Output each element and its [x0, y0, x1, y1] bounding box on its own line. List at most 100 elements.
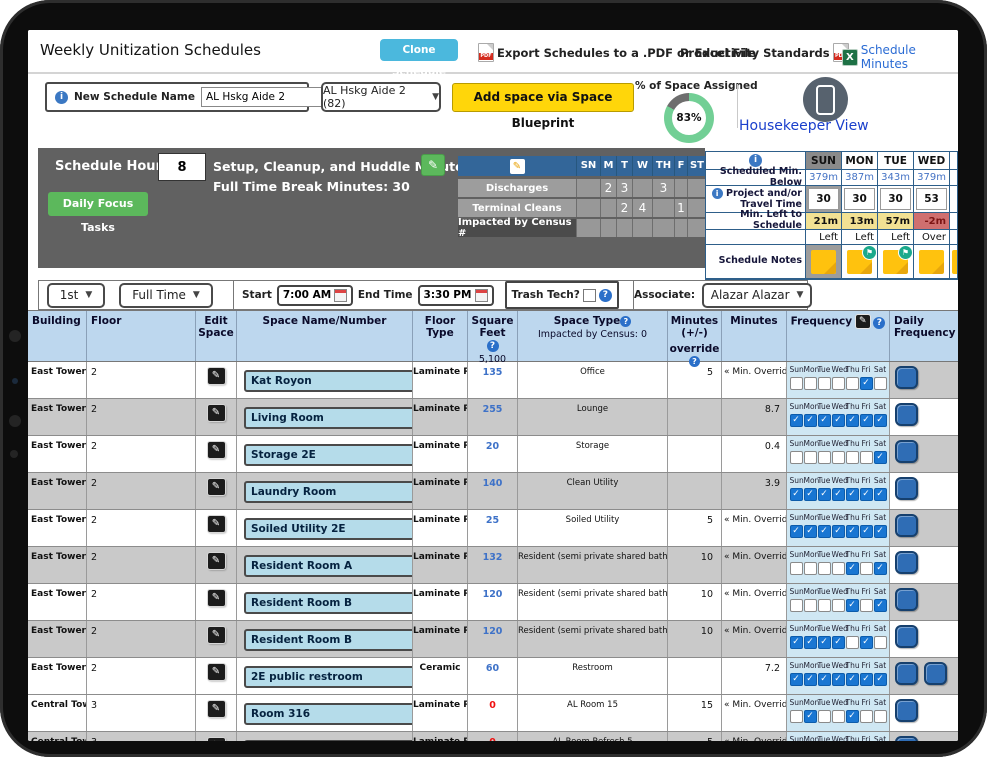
day-checkbox[interactable] [832, 414, 845, 427]
space-name-input[interactable]: Laundry Room [244, 481, 413, 503]
day-checkbox[interactable] [804, 525, 817, 538]
productivity-standards-link[interactable]: Productivity Standards [680, 43, 849, 62]
space-name-input[interactable]: Resident Room A [244, 555, 413, 577]
day-checkbox[interactable] [846, 377, 859, 390]
travel-time-input[interactable]: 30 [842, 186, 878, 213]
space-name-input[interactable]: Living Room [244, 407, 413, 429]
day-checkbox[interactable] [846, 710, 859, 723]
day-checkbox[interactable] [804, 673, 817, 686]
edit-space-icon[interactable]: ✎ [208, 664, 225, 680]
day-checkbox[interactable] [818, 488, 831, 501]
help-icon[interactable]: ? [873, 317, 885, 329]
info-icon[interactable]: i [712, 188, 723, 199]
day-checkbox[interactable] [874, 451, 887, 464]
day-checkbox[interactable] [860, 562, 873, 575]
edit-space-icon[interactable]: ✎ [208, 479, 225, 495]
day-checkbox[interactable] [846, 636, 859, 649]
help-icon[interactable]: ? [487, 340, 499, 352]
day-checkbox[interactable] [790, 488, 803, 501]
daily-frequency-button[interactable] [895, 699, 918, 722]
census-value-cell[interactable] [652, 199, 674, 217]
space-name-input[interactable]: Storage 2E [244, 444, 413, 466]
day-checkbox[interactable] [818, 414, 831, 427]
day-checkbox[interactable] [860, 599, 873, 612]
new-schedule-name-input[interactable] [201, 87, 337, 107]
day-checkbox[interactable] [832, 377, 845, 390]
day-checkbox[interactable] [790, 710, 803, 723]
day-checkbox[interactable] [846, 673, 859, 686]
census-value-cell[interactable] [687, 179, 706, 197]
day-checkbox[interactable] [790, 414, 803, 427]
space-name-input[interactable]: Room 316 Refresh [244, 740, 413, 741]
sticky-note-icon[interactable] [952, 250, 958, 274]
housekeeper-phone-icon[interactable] [803, 77, 848, 122]
day-checkbox[interactable] [832, 525, 845, 538]
day-checkbox[interactable] [832, 710, 845, 723]
census-value-cell[interactable] [674, 179, 687, 197]
day-checkbox[interactable] [818, 599, 831, 612]
end-time-input[interactable]: 3:30 PM [418, 285, 494, 306]
day-checkbox[interactable] [790, 525, 803, 538]
edit-icon[interactable]: ✎ [856, 315, 870, 328]
daily-frequency-button[interactable] [895, 366, 918, 389]
day-checkbox[interactable] [804, 599, 817, 612]
help-icon[interactable]: ? [599, 289, 612, 302]
day-checkbox[interactable] [874, 710, 887, 723]
edit-space-icon[interactable]: ✎ [208, 590, 225, 606]
calendar-icon[interactable] [475, 289, 488, 302]
day-checkbox[interactable] [860, 451, 873, 464]
schedule-hours-input[interactable] [158, 153, 206, 181]
census-value-cell[interactable] [576, 219, 600, 237]
day-checkbox[interactable] [860, 488, 873, 501]
day-checkbox[interactable] [804, 636, 817, 649]
census-value-cell[interactable] [576, 179, 600, 197]
daily-frequency-button[interactable] [895, 551, 918, 574]
day-checkbox[interactable] [818, 710, 831, 723]
sticky-note-icon[interactable] [919, 250, 944, 274]
day-checkbox[interactable] [832, 636, 845, 649]
day-checkbox[interactable] [846, 414, 859, 427]
edit-space-icon[interactable]: ✎ [208, 627, 225, 643]
census-value-cell[interactable]: 3 [616, 179, 632, 197]
space-name-input[interactable]: Room 316 [244, 703, 413, 725]
day-checkbox[interactable] [846, 451, 859, 464]
daily-frequency-button[interactable] [924, 662, 947, 685]
census-value-cell[interactable]: 2 [600, 179, 616, 197]
travel-time-input[interactable]: 53 [914, 186, 950, 213]
shift-select[interactable]: 1st▼ [47, 283, 105, 308]
daily-frequency-button[interactable] [895, 588, 918, 611]
day-checkbox[interactable] [804, 488, 817, 501]
daily-focus-tasks-button[interactable]: Daily Focus Tasks [48, 192, 148, 216]
day-checkbox[interactable] [790, 562, 803, 575]
add-space-button[interactable]: Add space via Space Blueprint [452, 83, 634, 112]
day-checkbox[interactable] [846, 525, 859, 538]
daily-frequency-button[interactable] [895, 514, 918, 537]
travel-time-input[interactable] [950, 186, 958, 213]
day-checkbox[interactable] [874, 636, 887, 649]
employment-select[interactable]: Full Time▼ [119, 283, 213, 308]
edit-space-icon[interactable]: ✎ [208, 405, 225, 421]
day-checkbox[interactable] [874, 599, 887, 612]
travel-time-input[interactable]: 30 [806, 186, 842, 213]
edit-space-icon[interactable]: ✎ [208, 738, 225, 741]
day-checkbox[interactable] [832, 673, 845, 686]
day-checkbox[interactable] [860, 710, 873, 723]
sticky-note-icon[interactable]: ⚑ [883, 250, 908, 274]
day-checkbox[interactable] [818, 525, 831, 538]
census-value-cell[interactable] [616, 219, 632, 237]
edit-space-icon[interactable]: ✎ [208, 553, 225, 569]
schedule-select[interactable]: AL Hskg Aide 2 (82)▼ [321, 82, 441, 112]
travel-time-input[interactable]: 30 [878, 186, 914, 213]
space-name-input[interactable]: Resident Room B [244, 592, 413, 614]
census-value-cell[interactable] [687, 199, 706, 217]
census-value-cell[interactable] [576, 199, 600, 217]
day-checkbox[interactable] [860, 673, 873, 686]
sticky-note-icon[interactable]: ⚑ [847, 250, 872, 274]
daily-frequency-button[interactable] [895, 477, 918, 500]
sticky-note-icon[interactable] [811, 250, 836, 274]
day-checkbox[interactable] [860, 377, 873, 390]
day-checkbox[interactable] [874, 377, 887, 390]
space-name-input[interactable]: Soiled Utility 2E [244, 518, 413, 540]
census-value-cell[interactable]: 2 [616, 199, 632, 217]
day-checkbox[interactable] [818, 377, 831, 390]
